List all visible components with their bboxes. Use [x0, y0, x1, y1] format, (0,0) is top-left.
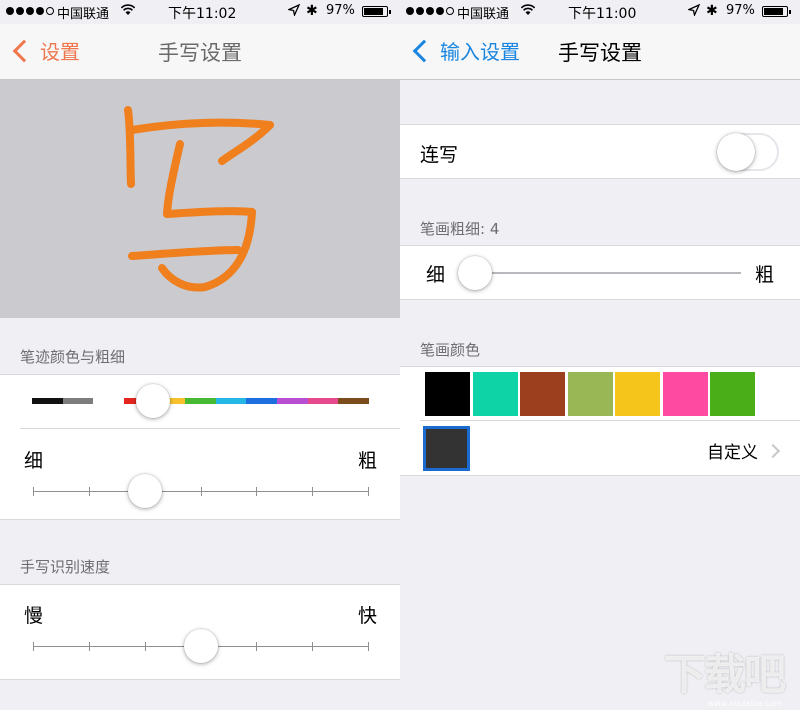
- color-swatch[interactable]: [615, 372, 660, 416]
- color-swatch[interactable]: [662, 372, 708, 416]
- color-swatch[interactable]: [567, 372, 613, 416]
- custom-color-button[interactable]: 自定义: [707, 438, 781, 463]
- color-swatch[interactable]: [520, 372, 565, 416]
- thickness-slider-knob[interactable]: [128, 474, 162, 508]
- section-header-stroke-color: 笔画颜色: [420, 341, 481, 359]
- color-segment[interactable]: [246, 398, 278, 404]
- section-header-stroke-width: 笔画粗细: 4: [420, 220, 500, 238]
- navigation-bar: 输入设置 手写设置: [400, 24, 800, 80]
- color-segment[interactable]: [277, 398, 308, 404]
- slider-tick: [312, 487, 313, 496]
- back-button-label: 输入设置: [440, 40, 520, 64]
- handwriting-canvas[interactable]: [0, 80, 400, 318]
- slider-tick: [145, 642, 146, 651]
- color-segment[interactable]: [215, 398, 247, 404]
- chevron-left-icon: [412, 39, 436, 62]
- wifi-icon: [520, 4, 536, 15]
- carrier-name: 中国联通: [57, 7, 110, 22]
- color-segment[interactable]: [338, 398, 370, 404]
- page-title: 手写设置: [558, 41, 642, 65]
- battery-icon: [362, 6, 391, 17]
- bluetooth-icon: ✱: [706, 3, 718, 19]
- continuous-writing-toggle[interactable]: [717, 133, 779, 171]
- status-time: 下午11:00: [568, 6, 637, 22]
- speed-slider-knob[interactable]: [184, 629, 218, 663]
- location-arrow-icon: [688, 4, 700, 16]
- thin-label: 细: [24, 450, 44, 472]
- page-title: 手写设置: [158, 41, 242, 65]
- slider-tick: [368, 487, 369, 496]
- slider-tick: [256, 487, 257, 496]
- stroke-width-slider-track[interactable]: [460, 272, 741, 274]
- watermark-logo: 下载吧: [663, 650, 786, 699]
- selected-color-preview[interactable]: [423, 426, 470, 471]
- slider-tick: [33, 487, 34, 496]
- slider-tick: [368, 642, 369, 651]
- slider-tick: [256, 642, 257, 651]
- toggle-knob: [717, 133, 755, 171]
- section-header-recognition-speed: 手写识别速度: [20, 558, 111, 576]
- row-divider: [420, 420, 800, 421]
- thin-label: 细: [426, 264, 446, 286]
- color-thickness-group: [0, 374, 400, 520]
- section-header-color-thickness: 笔迹颜色与粗细: [20, 348, 126, 366]
- slider-tick: [201, 487, 202, 496]
- slider-tick: [89, 487, 90, 496]
- color-segment[interactable]: [32, 398, 63, 404]
- slider-tick: [89, 642, 90, 651]
- battery-percent: 97%: [326, 3, 355, 18]
- handwritten-stroke: [124, 106, 274, 292]
- bluetooth-icon: ✱: [306, 3, 318, 19]
- status-bar: 中国联通 下午11:00 ✱ 97%: [400, 0, 800, 24]
- carrier-name: 中国联通: [457, 7, 510, 22]
- color-slider-knob[interactable]: [136, 384, 170, 418]
- color-segment[interactable]: [307, 398, 339, 404]
- color-spectrum-slider[interactable]: [32, 398, 370, 404]
- slow-label: 慢: [24, 605, 44, 627]
- thick-label: 粗: [358, 450, 378, 472]
- left-screen: 中国联通 下午11:02 ✱ 97% 设置 手写设置 笔迹颜色与粗细 细 粗 手…: [0, 0, 400, 710]
- signal-strength-icon: [406, 6, 454, 16]
- status-time: 下午11:02: [168, 6, 237, 22]
- color-swatch[interactable]: [710, 372, 755, 416]
- color-segment[interactable]: [93, 398, 124, 404]
- watermark-url: www.xiazaiba.com: [707, 699, 782, 708]
- stroke-width-slider-knob[interactable]: [458, 256, 492, 290]
- back-button-input-settings[interactable]: 输入设置: [412, 36, 520, 65]
- status-bar: 中国联通 下午11:02 ✱ 97%: [0, 0, 400, 24]
- wifi-icon: [120, 4, 136, 15]
- slider-tick: [312, 642, 313, 651]
- battery-icon: [762, 6, 791, 17]
- location-arrow-icon: [288, 4, 300, 16]
- color-swatch[interactable]: [472, 372, 518, 416]
- slider-tick: [33, 642, 34, 651]
- chevron-right-icon: [765, 443, 781, 458]
- right-screen: 中国联通 下午11:00 ✱ 97% 输入设置 手写设置 连写 笔画粗细: 4 …: [400, 0, 800, 710]
- color-segment[interactable]: [62, 398, 94, 404]
- battery-percent: 97%: [726, 3, 755, 18]
- custom-color-label: 自定义: [707, 443, 758, 463]
- color-segment[interactable]: [185, 398, 216, 404]
- fast-label: 快: [358, 605, 378, 627]
- thick-label: 粗: [755, 264, 775, 286]
- signal-strength-icon: [6, 6, 54, 16]
- continuous-writing-label: 连写: [420, 144, 459, 166]
- color-swatch[interactable]: [425, 372, 470, 416]
- navigation-bar: 设置 手写设置: [0, 24, 400, 80]
- row-divider: [20, 428, 400, 429]
